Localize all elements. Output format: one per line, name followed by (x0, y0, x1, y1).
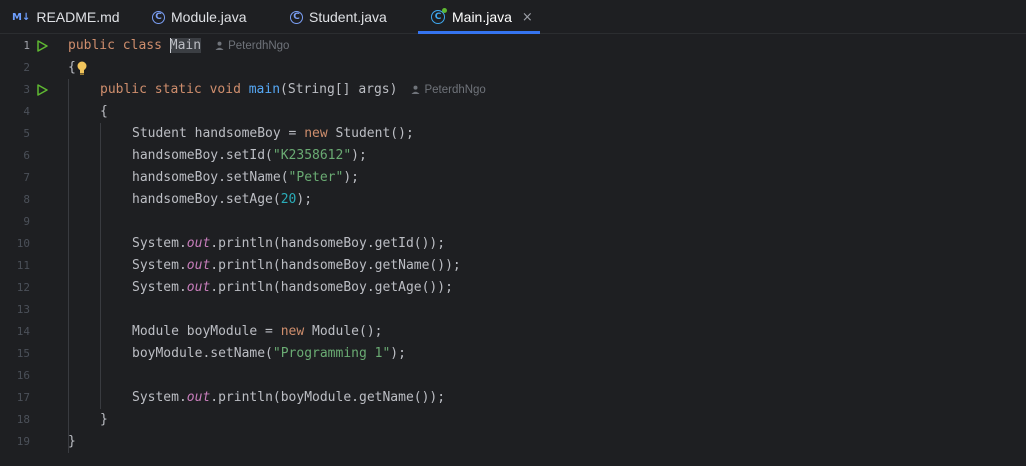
author-hint[interactable]: PeterdhNgo (411, 84, 486, 96)
code-line: 2 { (0, 57, 1026, 79)
tab-main-java[interactable]: C Main.java × (418, 0, 540, 34)
line-number: 15 (16, 347, 30, 360)
line-number: 7 (23, 171, 30, 184)
line-number: 8 (23, 193, 30, 206)
line-number: 6 (23, 149, 30, 162)
code-line: 14 Module boyModule = new Module(); (0, 321, 1026, 343)
code-line: 16 (0, 365, 1026, 387)
code-line: 17 System.out.println(boyModule.getName(… (0, 387, 1026, 409)
line-number: 9 (23, 215, 30, 228)
code-line: 11 System.out.println(handsomeBoy.getNam… (0, 255, 1026, 277)
tab-label: README.md (36, 9, 120, 25)
code-line: 9 (0, 211, 1026, 233)
line-number: 1 (23, 39, 30, 52)
code-line: 8 handsomeBoy.setAge(20); (0, 189, 1026, 211)
code-line: 6 handsomeBoy.setId("K2358612"); (0, 145, 1026, 167)
code-line: 13 (0, 299, 1026, 321)
line-number: 2 (23, 61, 30, 74)
author-hint[interactable]: PeterdhNgo (215, 40, 289, 52)
java-class-icon: C (152, 10, 165, 24)
line-number: 12 (16, 281, 30, 294)
line-number: 4 (23, 105, 30, 118)
code-editor[interactable]: 1 public class Main PeterdhNgo 2 { 3 publ… (0, 35, 1026, 466)
tab-label: Module.java (171, 9, 247, 25)
tab-student-java[interactable]: C Student.java (290, 0, 387, 34)
line-number: 14 (16, 325, 30, 338)
run-gutter-icon[interactable] (36, 79, 50, 101)
line-number: 19 (16, 435, 30, 448)
close-tab-icon[interactable]: × (522, 10, 533, 25)
line-number: 5 (23, 127, 30, 140)
code-line: 3 public static void main(String[] args)… (0, 79, 1026, 101)
line-number: 10 (16, 237, 30, 250)
line-number: 11 (16, 259, 30, 272)
line-number: 17 (16, 391, 30, 404)
line-number: 18 (16, 413, 30, 426)
tab-module-java[interactable]: C Module.java (152, 0, 247, 34)
code-line: 4 { (0, 101, 1026, 123)
code-line: 15 boyModule.setName("Programming 1"); (0, 343, 1026, 365)
tab-label: Main.java (452, 9, 512, 25)
markdown-icon: M↓ (12, 11, 31, 23)
java-class-icon: C (290, 10, 303, 24)
line-number: 13 (16, 303, 30, 316)
code-line: 1 public class Main PeterdhNgo (0, 35, 1026, 57)
code-line: 12 System.out.println(handsomeBoy.getAge… (0, 277, 1026, 299)
line-number: 3 (23, 83, 30, 96)
code-line: 19 } (0, 431, 1026, 453)
person-icon (411, 85, 420, 94)
code-line: 5 Student handsomeBoy = new Student(); (0, 123, 1026, 145)
tab-readme[interactable]: M↓ README.md (12, 0, 120, 34)
tab-label: Student.java (309, 9, 387, 25)
code-line: 7 handsomeBoy.setName("Peter"); (0, 167, 1026, 189)
run-java-class-icon: C (431, 8, 447, 24)
person-icon (215, 41, 224, 50)
editor-tab-bar: M↓ README.md C Module.java C Student.jav… (0, 0, 1026, 34)
code-line: 10 System.out.println(handsomeBoy.getId(… (0, 233, 1026, 255)
run-gutter-icon[interactable] (36, 35, 50, 57)
code-line: 18 } (0, 409, 1026, 431)
line-number: 16 (16, 369, 30, 382)
